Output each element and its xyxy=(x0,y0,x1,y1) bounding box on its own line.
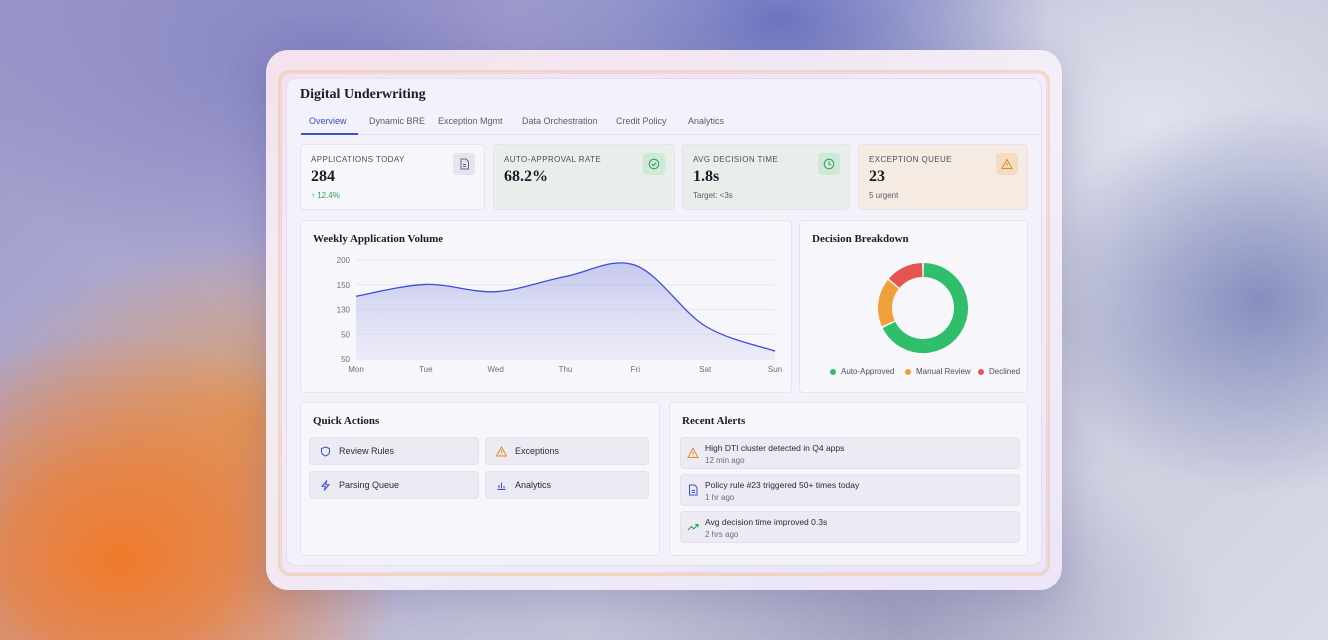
alert-time: 2 hrs ago xyxy=(705,530,739,539)
alert-time: 12 min ago xyxy=(705,456,745,465)
stat-label: APPLICATIONS TODAY xyxy=(311,155,405,164)
alert-text: Policy rule #23 triggered 50+ times toda… xyxy=(705,480,860,490)
button-label: Parsing Queue xyxy=(339,480,400,490)
tab-exception-mgmt[interactable]: Exception Mgmt xyxy=(438,116,503,126)
legend-label: Auto-Approved xyxy=(841,367,895,376)
stat-label: EXCEPTION QUEUE xyxy=(869,155,952,164)
tab-bar: Overview Dynamic BRE Exception Mgmt Data… xyxy=(301,109,1041,135)
button-label: Review Rules xyxy=(339,446,395,456)
warning-icon xyxy=(496,445,507,456)
stat-label: AVG DECISION TIME xyxy=(693,155,779,164)
parsing-queue-button[interactable]: Parsing Queue xyxy=(309,471,479,499)
dashboard-frame: Digital Underwriting Overview Dynamic BR… xyxy=(266,50,1062,590)
x-tick-label: Sun xyxy=(768,365,782,374)
stat-value: 23 xyxy=(869,168,885,185)
review-rules-button[interactable]: Review Rules xyxy=(309,437,479,465)
panel-title: Recent Alerts xyxy=(682,415,746,427)
donut-slice xyxy=(888,263,923,289)
exceptions-button[interactable]: Exceptions xyxy=(485,437,649,465)
legend-declined: Declined xyxy=(978,367,1020,376)
button-label: Exceptions xyxy=(515,446,560,456)
stat-value: 1.8s xyxy=(693,168,720,185)
donut-chart xyxy=(878,263,968,353)
stat-card-auto-approval: AUTO-APPROVAL RATE 68.2% xyxy=(493,144,675,210)
warning-icon xyxy=(687,447,699,458)
legend-label: Declined xyxy=(989,367,1021,376)
alert-item[interactable]: Avg decision time improved 0.3s 2 hrs ag… xyxy=(680,511,1020,543)
analytics-button[interactable]: Analytics xyxy=(485,471,649,499)
tab-dynamic-bre[interactable]: Dynamic BRE xyxy=(369,116,425,126)
x-tick-label: Sat xyxy=(699,365,712,374)
stat-label: AUTO-APPROVAL RATE xyxy=(504,155,602,164)
active-tab-indicator xyxy=(301,133,358,135)
alert-text: Avg decision time improved 0.3s xyxy=(705,517,828,527)
stat-urgent: 5 urgent xyxy=(869,191,899,200)
check-circle-icon xyxy=(643,153,665,175)
quick-actions-panel: Quick Actions Review Rules Exceptions Pa… xyxy=(300,402,660,556)
decision-breakdown-panel: Decision Breakdown Auto-Approved Manual … xyxy=(799,220,1028,393)
bar-chart-icon xyxy=(497,482,506,490)
clock-icon xyxy=(818,153,840,175)
tab-credit-policy[interactable]: Credit Policy xyxy=(616,116,667,126)
area-fill xyxy=(356,262,775,359)
recent-alerts-panel: Recent Alerts High DTI cluster detected … xyxy=(669,402,1028,556)
stat-trend: ↑ 12.4% xyxy=(311,191,340,200)
y-tick-label: 150 xyxy=(337,281,351,290)
x-tick-label: Tue xyxy=(419,365,433,374)
y-tick-label: 130 xyxy=(337,306,351,315)
legend-dot xyxy=(978,368,984,375)
stat-card-applications: APPLICATIONS TODAY 284 ↑ 12.4% xyxy=(300,144,485,210)
alert-text: High DTI cluster detected in Q4 apps xyxy=(705,443,845,453)
stat-value: 284 xyxy=(311,168,335,185)
stat-card-exception-queue: EXCEPTION QUEUE 23 5 urgent xyxy=(858,144,1028,210)
legend-manual-review: Manual Review xyxy=(905,367,971,376)
tab-data-orchestration[interactable]: Data Orchestration xyxy=(522,116,598,126)
legend-dot xyxy=(830,368,836,375)
shield-icon xyxy=(321,445,330,457)
y-tick-label: 50 xyxy=(341,355,350,364)
lightning-icon xyxy=(320,479,331,491)
stat-value: 68.2% xyxy=(504,168,548,185)
trending-up-icon xyxy=(687,523,699,531)
tab-analytics[interactable]: Analytics xyxy=(688,116,724,126)
stat-card-decision-time: AVG DECISION TIME 1.8s Target: <3s xyxy=(682,144,850,210)
tab-overview[interactable]: Overview xyxy=(309,116,347,126)
button-label: Analytics xyxy=(515,480,552,490)
legend-auto-approved: Auto-Approved xyxy=(830,367,894,376)
x-tick-label: Thu xyxy=(559,365,573,374)
y-tick-label: 200 xyxy=(337,256,351,265)
document-icon xyxy=(689,484,698,496)
weekly-volume-panel: Weekly Application Volume 200 150 130 50 50 M… xyxy=(300,220,792,393)
alert-time: 1 hr ago xyxy=(705,493,735,502)
x-tick-label: Mon xyxy=(348,365,364,374)
area-chart: 2001501305050Mon Tue Wed Thu Fri Sat Sun xyxy=(337,256,782,374)
stat-target: Target: <3s xyxy=(693,191,733,200)
donut-slice xyxy=(878,280,899,327)
panel-title: Quick Actions xyxy=(313,415,380,427)
alert-item[interactable]: Policy rule #23 triggered 50+ times toda… xyxy=(680,474,1020,506)
app-window: Digital Underwriting Overview Dynamic BR… xyxy=(286,78,1042,566)
document-icon xyxy=(453,153,475,175)
y-tick-label: 50 xyxy=(341,330,350,339)
legend-dot xyxy=(905,368,911,375)
alert-item[interactable]: High DTI cluster detected in Q4 apps 12 … xyxy=(680,437,1020,469)
x-tick-label: Wed xyxy=(488,365,504,374)
warning-icon xyxy=(996,153,1018,175)
x-tick-label: Fri xyxy=(631,365,641,374)
app-title: Digital Underwriting xyxy=(300,87,426,102)
legend-label: Manual Review xyxy=(916,367,971,376)
